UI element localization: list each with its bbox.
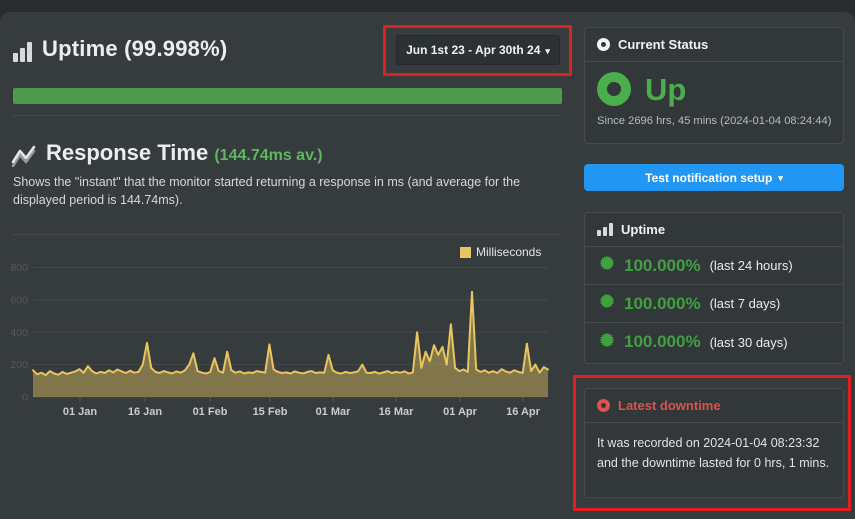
latest-downtime-header: Latest downtime [585,389,843,423]
svg-text:01 Mar: 01 Mar [316,406,352,418]
test-notification-button[interactable]: Test notification setup ▾ [584,164,844,191]
uptime-row-7d: 100.000% (last 7 days) [585,285,843,323]
svg-text:800: 800 [10,262,28,274]
page-title: Uptime (99.998%) [42,36,228,61]
date-range-label: Jun 1st 23 - Apr 30th 24 [406,43,541,57]
uptime-bars-icon [597,223,613,236]
svg-text:16 Mar: 16 Mar [379,406,415,418]
chart-legend: Milliseconds [460,245,541,259]
svg-text:01 Jan: 01 Jan [63,406,98,418]
burst-icon [599,332,615,353]
uptime-value: 100.000% [624,255,701,275]
uptime-value: 100.000% [624,293,701,313]
svg-text:16 Apr: 16 Apr [506,406,541,418]
uptime-panel-header: Uptime [585,213,843,247]
up-status-icon [597,72,631,106]
divider [13,234,562,235]
uptime-progress-bar [13,88,562,104]
latest-downtime-body: It was recorded on 2024-01-04 08:23:32 a… [597,436,830,470]
uptime-period: (last 24 hours) [709,258,793,273]
uptime-row-30d: 100.000% (last 30 days) [585,323,843,361]
status-dot-icon [597,38,610,51]
downtime-dot-icon [597,399,610,412]
uptime-period: (last 30 days) [709,334,788,350]
response-time-chart: 0 200 400 600 800 01 Jan 16 Jan 01 Feb 15 Feb 01 … [10,262,549,418]
uptime-panel: Uptime 100.000% (last 24 hours) 100.000%… [584,212,844,364]
legend-swatch-icon [460,246,471,258]
dashboard-card: Uptime (99.998%) Jun 1st 23 - Apr 30th 2… [0,12,855,519]
current-status-header: Current Status [585,28,843,62]
svg-text:01 Feb: 01 Feb [193,406,228,418]
current-status-title: Current Status [618,37,709,52]
response-time-average: (144.74ms av.) [214,147,323,164]
svg-text:200: 200 [10,359,28,371]
current-status-body: Up Since 2696 hrs, 45 mins (2024-01-04 0… [585,62,843,139]
uptime-value: 100.000% [624,332,701,351]
uptime-bars-icon [13,42,32,62]
date-range-selector[interactable]: Jun 1st 23 - Apr 30th 24 ▾ [396,35,560,65]
response-time-title: Response Time (144.74ms av.) [46,140,323,165]
burst-icon [599,255,615,276]
latest-downtime-title: Latest downtime [618,398,721,413]
current-status-panel: Current Status Up Since 2696 hrs, 45 min… [584,27,844,144]
response-time-description: Shows the "instant" that the monitor sta… [13,175,521,208]
svg-text:01 Apr: 01 Apr [443,406,478,418]
uptime-panel-title: Uptime [621,222,666,237]
legend-label: Milliseconds [476,245,542,259]
svg-text:400: 400 [10,327,28,339]
divider [13,115,562,116]
chevron-down-icon: ▾ [778,173,783,183]
status-value: Up [645,71,687,107]
chevron-down-icon: ▾ [545,45,550,56]
status-since: Since 2696 hrs, 45 mins (2024-01-04 08:2… [597,115,832,127]
burst-icon [599,293,615,314]
svg-text:600: 600 [10,294,28,306]
uptime-period: (last 7 days) [709,296,781,311]
svg-text:0: 0 [22,392,28,404]
response-time-icon [11,145,39,172]
svg-text:15 Feb: 15 Feb [253,406,288,418]
uptime-row-24h: 100.000% (last 24 hours) [585,247,843,285]
latest-downtime-panel: Latest downtime It was recorded on 2024-… [584,388,844,498]
svg-text:16 Jan: 16 Jan [128,406,163,418]
